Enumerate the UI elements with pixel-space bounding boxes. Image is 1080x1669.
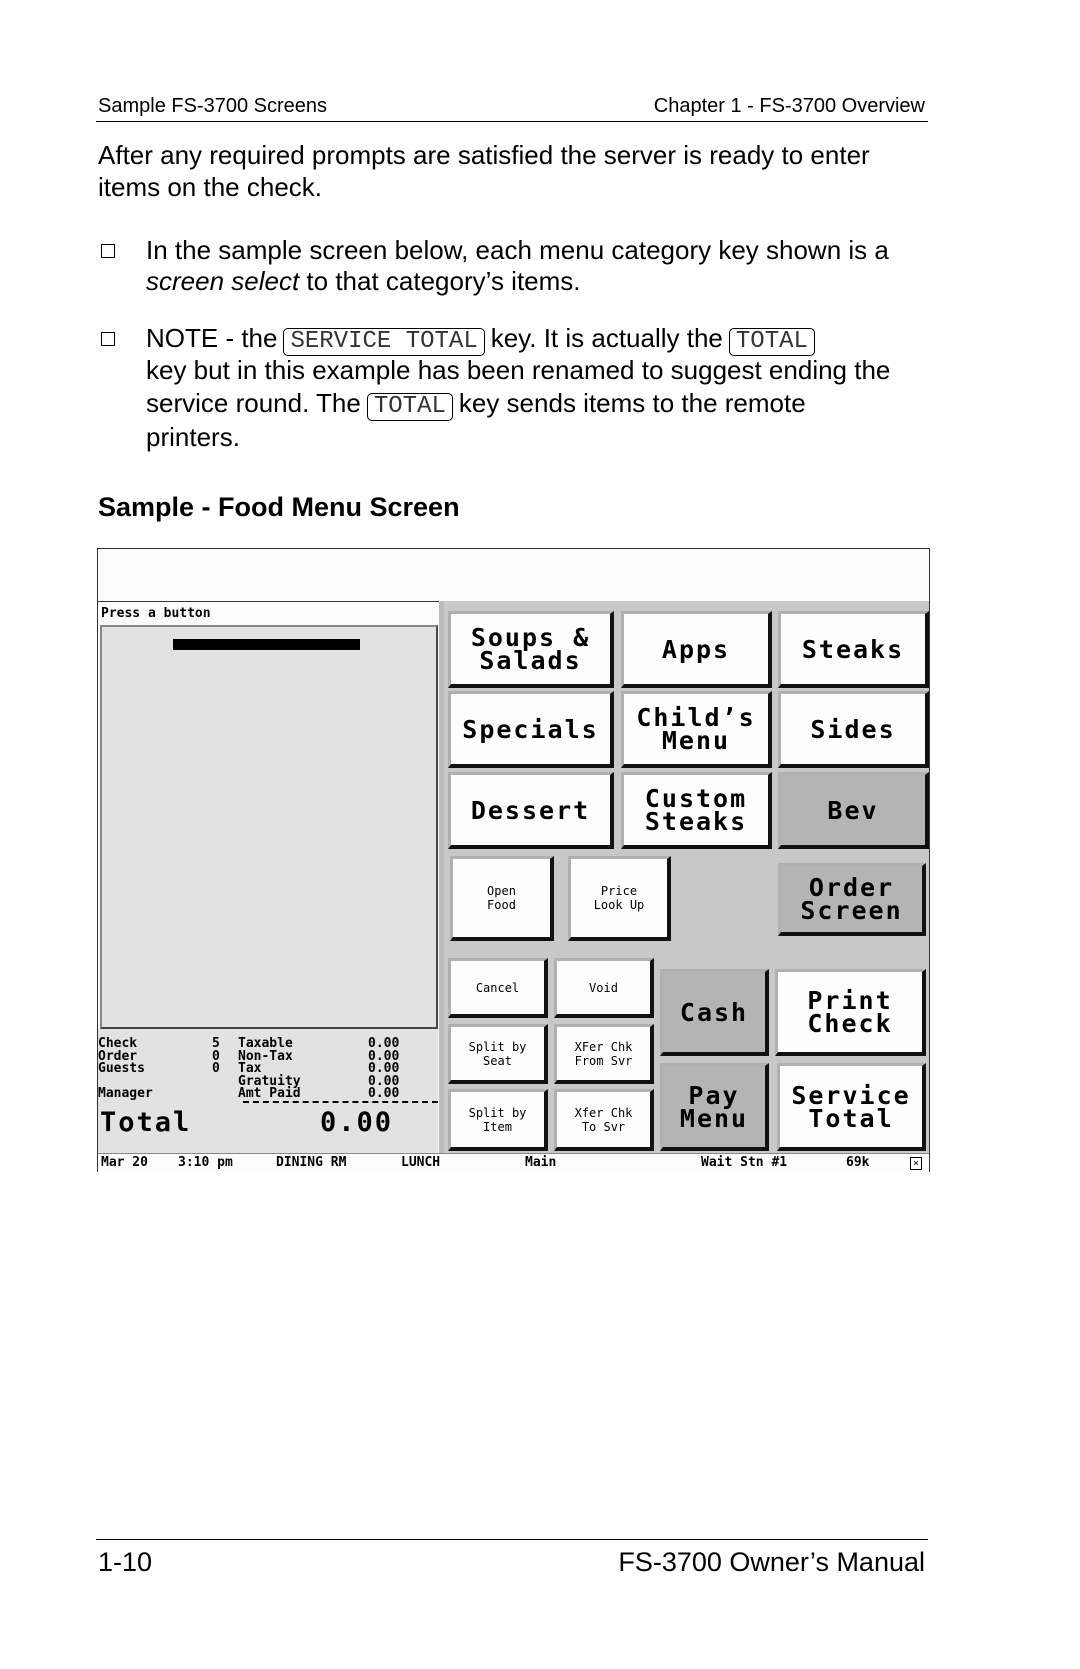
totals-divider [243,1101,438,1103]
summary-label: Guests [98,1061,145,1076]
pay-menu-button[interactable]: Pay Menu [660,1063,769,1151]
button-label: Order Screen [800,873,903,925]
section-heading: Sample - Food Menu Screen [98,492,460,522]
pos-screen: Press a button Check 5 Order 0 Guests 0 Manage… [97,548,930,1172]
button-label: Cancel [475,980,520,995]
xfer-to-button[interactable]: Xfer Chk To Svr [554,1089,654,1151]
bullet2-line-1: NOTE - the SERVICE TOTAL key. It is actual… [146,323,821,356]
status-date: Mar 20 [101,1155,148,1170]
intro-line-1: After any required prompts are satisfied… [98,140,870,170]
button-label: XFer Chk From Svr [574,1039,633,1068]
checkbox-bullet-icon [101,244,115,258]
button-label: Price Look Up [593,884,645,912]
bullet1-rest: to that category’s items. [299,266,581,296]
cancel-button[interactable]: Cancel [448,958,548,1018]
void-button[interactable]: Void [554,958,654,1018]
childs-button[interactable]: Child’s Menu [621,691,772,768]
page-number: 1-10 [98,1547,153,1577]
soups-button[interactable]: Soups & Salads [448,611,614,688]
button-label: Dessert [470,795,591,825]
service-total-button[interactable]: Service Total [777,1063,926,1151]
prompt-text: Press a button [101,606,211,621]
button-label: Print Check [807,986,893,1038]
status-meal: LUNCH [401,1155,441,1170]
total-key: TOTAL [728,328,815,356]
button-label: Xfer Chk To Svr [574,1105,633,1134]
bev-button[interactable]: Bev [778,772,929,849]
note-text: key sends items to the remote [458,388,806,418]
total-label: Total [100,1107,192,1138]
summary-label: Manager [98,1086,153,1101]
status-area: DINING RM [276,1155,347,1170]
split-item-button[interactable]: Split by Item [448,1089,548,1151]
bullet2-line-3: service round. The TOTAL key sends items t… [146,388,806,421]
apps-button[interactable]: Apps [621,611,772,688]
button-label: Custom Steaks [644,784,748,836]
total-key: TOTAL [366,393,453,421]
dessert-button[interactable]: Dessert [448,772,614,849]
xfer-from-button[interactable]: XFer Chk From Svr [554,1024,654,1084]
bullet1-line-1: In the sample screen below, each menu ca… [146,235,889,265]
header-left: Sample FS-3700 Screens [98,95,328,117]
summary-count: 0 [212,1061,220,1076]
selection-bar [173,639,360,650]
button-label: Steaks [801,634,905,664]
total-value: 0.00 [320,1107,394,1138]
bullet2-line-2: key but in this example has been renamed… [146,355,891,385]
button-label: Split by Item [468,1105,527,1134]
bullet2-line-4: printers. [146,422,240,452]
footer-rule [96,1539,928,1540]
status-memory: 69k [846,1155,870,1170]
close-box-icon[interactable]: × [910,1157,922,1170]
steaks-button[interactable]: Steaks [778,611,929,688]
open-food-button[interactable]: Open Food [450,856,554,941]
bullet1-line-2: screen select to that category’s items. [146,266,581,296]
header-rule [96,121,928,122]
service-total-key: SERVICE TOTAL [283,328,485,356]
button-label: Cash [679,997,749,1027]
print-check-button[interactable]: Print Check [775,969,926,1056]
split-seat-button[interactable]: Split by Seat [448,1024,548,1084]
check-items-area [100,625,438,1029]
checkbox-bullet-icon [101,332,115,346]
amount-label: Amt Paid [238,1086,301,1101]
button-label: Void [589,980,618,995]
button-label: Pay Menu [679,1080,749,1133]
button-label: Soups & Salads [470,623,591,675]
custom-button[interactable]: Custom Steaks [621,772,772,849]
button-label: Child’s Menu [636,703,756,755]
status-station: Wait Stn #1 [701,1155,788,1170]
button-label: Specials [462,714,599,744]
button-label: Sides [810,714,896,744]
button-label: Service Total [791,1080,911,1133]
cash-button[interactable]: Cash [660,969,769,1056]
screen-select-term: screen select [146,266,300,296]
button-label: Open Food [487,884,516,912]
button-label: Split by Seat [468,1039,527,1068]
note-text: service round. The [146,388,361,418]
manual-page: Sample FS-3700 Screens Chapter 1 - FS-37… [0,0,1080,1669]
footer-title: FS-3700 Owner’s Manual [618,1547,925,1577]
amount-value: 0.00 [368,1086,400,1101]
note-text: key. It is actually the [490,323,723,353]
intro-line-2: items on the check. [98,172,322,202]
header-right: Chapter 1 - FS-3700 Overview [653,95,925,117]
status-screen: Main [525,1155,557,1170]
status-time: 3:10 pm [178,1155,233,1170]
plu-button[interactable]: Price Look Up [568,856,671,941]
sides-button[interactable]: Sides [778,691,929,768]
button-label: Bev [827,795,879,825]
button-label: Apps [661,634,731,664]
note-text: NOTE - the [146,323,278,353]
specials-button[interactable]: Specials [448,691,614,768]
order-screen-button[interactable]: Order Screen [778,863,926,936]
